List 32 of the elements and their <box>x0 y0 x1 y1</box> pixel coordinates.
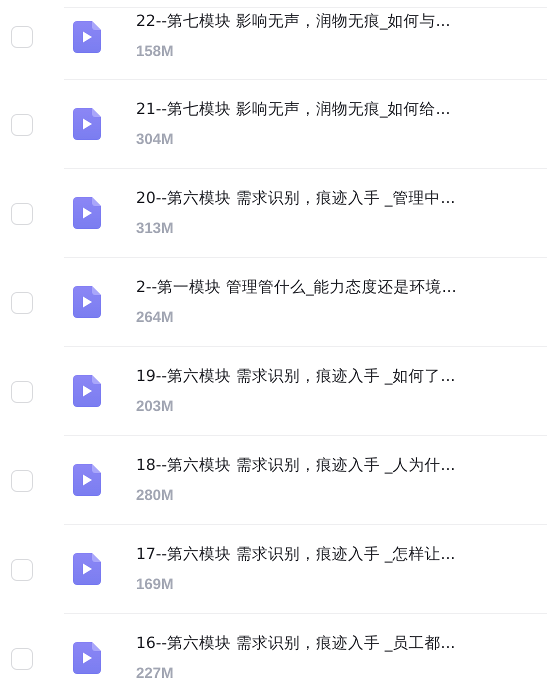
checkbox[interactable] <box>11 470 33 492</box>
checkbox[interactable] <box>11 380 33 402</box>
file-name: 21--第七模块 影响无声，润物无痕_如何给... <box>136 98 450 120</box>
checkbox[interactable] <box>11 26 33 48</box>
file-size: 169M <box>136 574 175 594</box>
video-file-icon <box>73 464 101 496</box>
file-size: 280M <box>136 486 175 506</box>
video-file-icon <box>73 375 101 407</box>
file-name: 19--第六模块 需求识别，痕迹入手 _如何了... <box>136 366 456 386</box>
file-size: 304M <box>136 130 175 150</box>
video-file-icon <box>73 553 101 585</box>
file-name: 2--第一模块 管理管什么_能力态度还是环境... <box>136 276 457 298</box>
file-name: 20--第六模块 需求识别，痕迹入手 _管理中... <box>136 188 456 208</box>
file-size: 203M <box>136 396 175 416</box>
checkbox[interactable] <box>11 648 33 670</box>
checkbox[interactable] <box>11 202 33 224</box>
file-name: 18--第六模块 需求识别，痕迹入手 _人为什... <box>136 454 456 476</box>
video-file-icon <box>73 197 101 229</box>
file-name: 22--第七模块 影响无声，润物无痕_如何与... <box>136 11 450 32</box>
video-file-icon <box>73 20 101 52</box>
checkbox[interactable] <box>11 292 33 314</box>
checkbox[interactable] <box>11 114 33 136</box>
file-size: 264M <box>136 308 175 328</box>
video-file-icon <box>73 642 101 674</box>
video-file-icon <box>73 108 101 140</box>
file-name: 17--第六模块 需求识别，痕迹入手 _怎样让... <box>136 544 456 564</box>
video-file-icon <box>73 286 101 318</box>
checkbox[interactable] <box>11 558 33 580</box>
file-size: 158M <box>136 42 175 62</box>
file-size: 313M <box>136 218 175 238</box>
file-name: 16--第六模块 需求识别，痕迹入手 _员工都... <box>136 632 456 654</box>
file-size: 227M <box>136 664 175 684</box>
